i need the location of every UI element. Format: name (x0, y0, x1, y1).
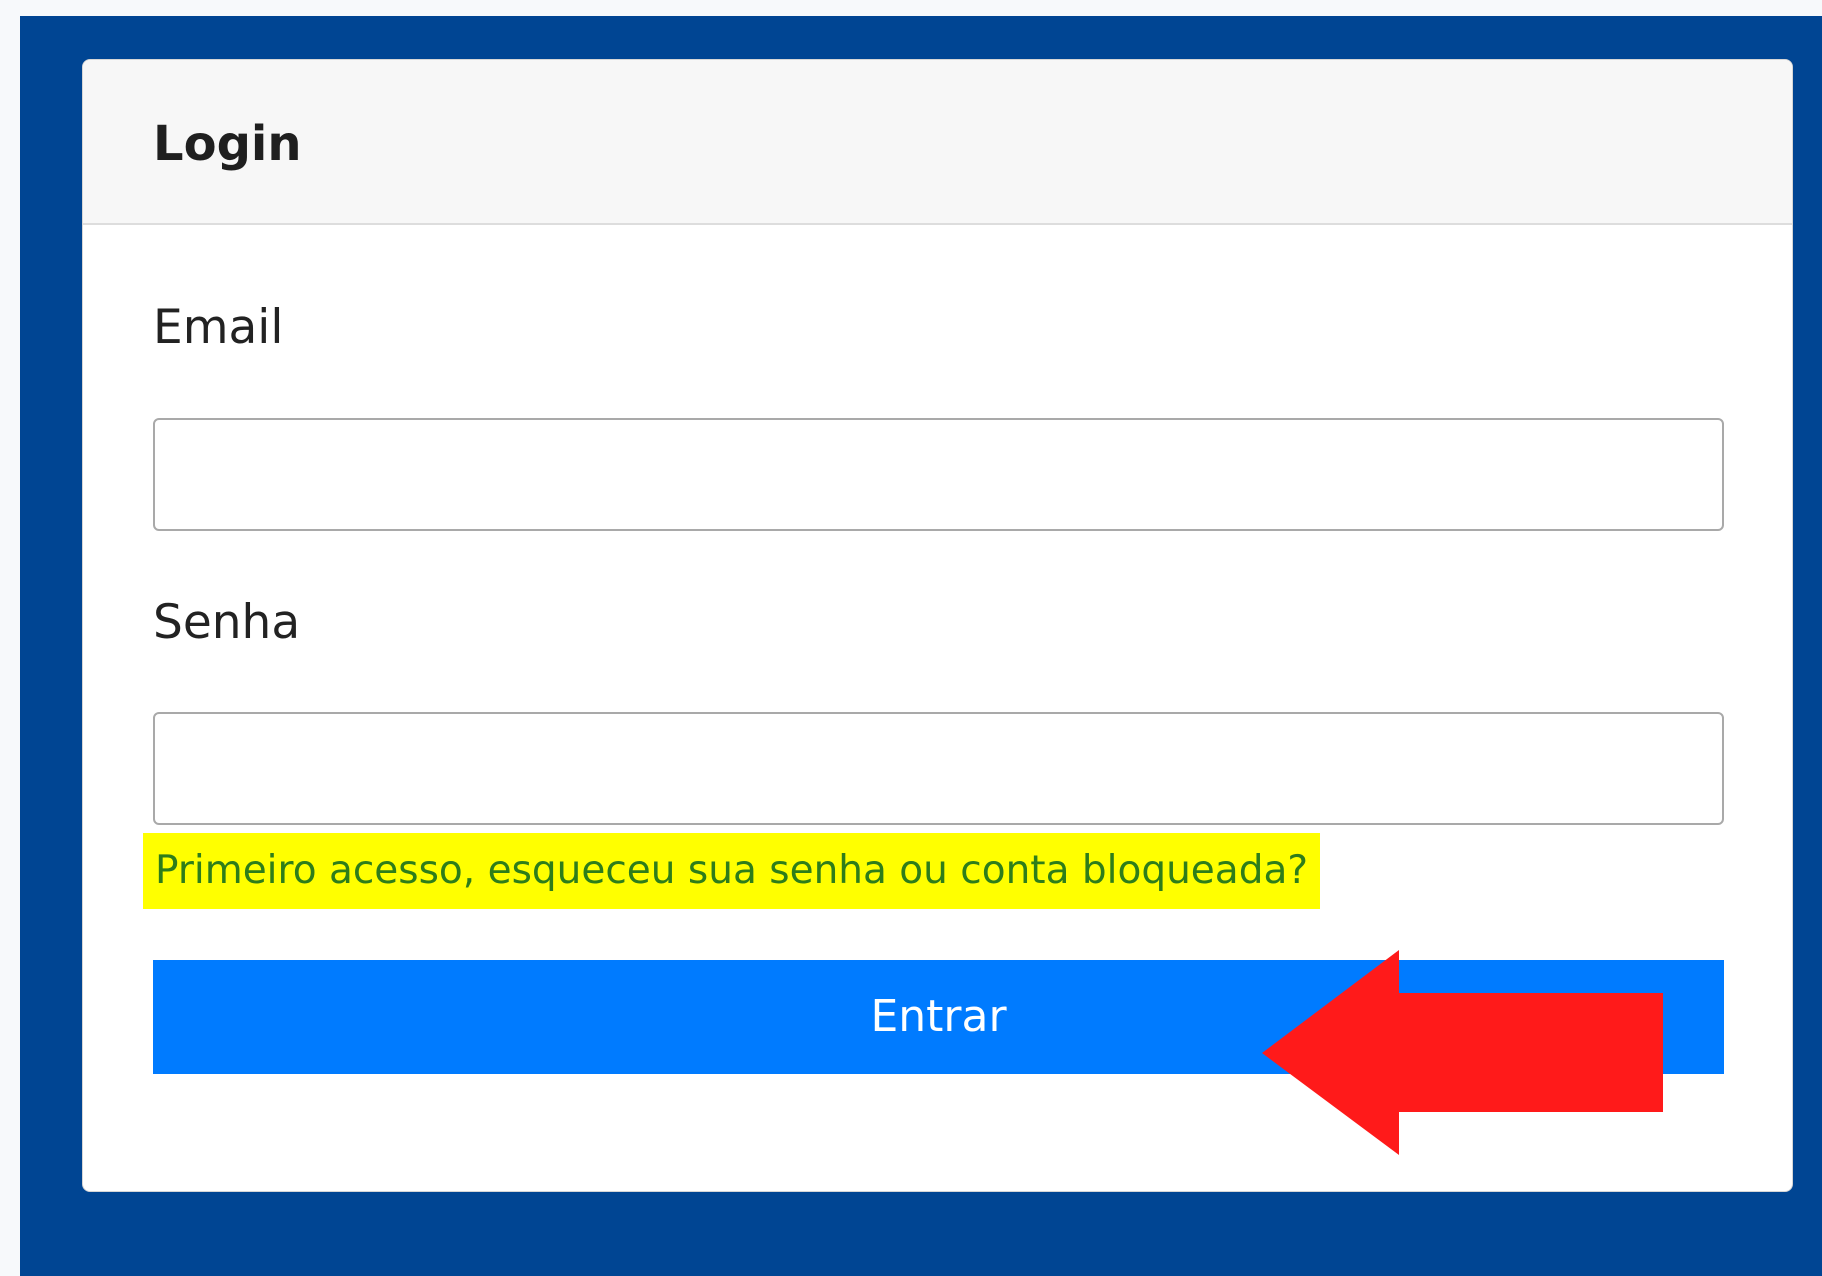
email-label: Email (153, 300, 284, 355)
login-submit-button[interactable]: Entrar (153, 960, 1724, 1074)
password-label: Senha (153, 595, 301, 650)
login-card: Login Email Senha Primeiro acesso, esque… (82, 59, 1793, 1192)
forgot-password-link[interactable]: Primeiro acesso, esqueceu sua senha ou c… (143, 833, 1321, 909)
email-input[interactable] (153, 418, 1724, 531)
login-title: Login (153, 116, 302, 172)
password-input[interactable] (153, 712, 1724, 825)
card-header: Login (83, 60, 1792, 225)
